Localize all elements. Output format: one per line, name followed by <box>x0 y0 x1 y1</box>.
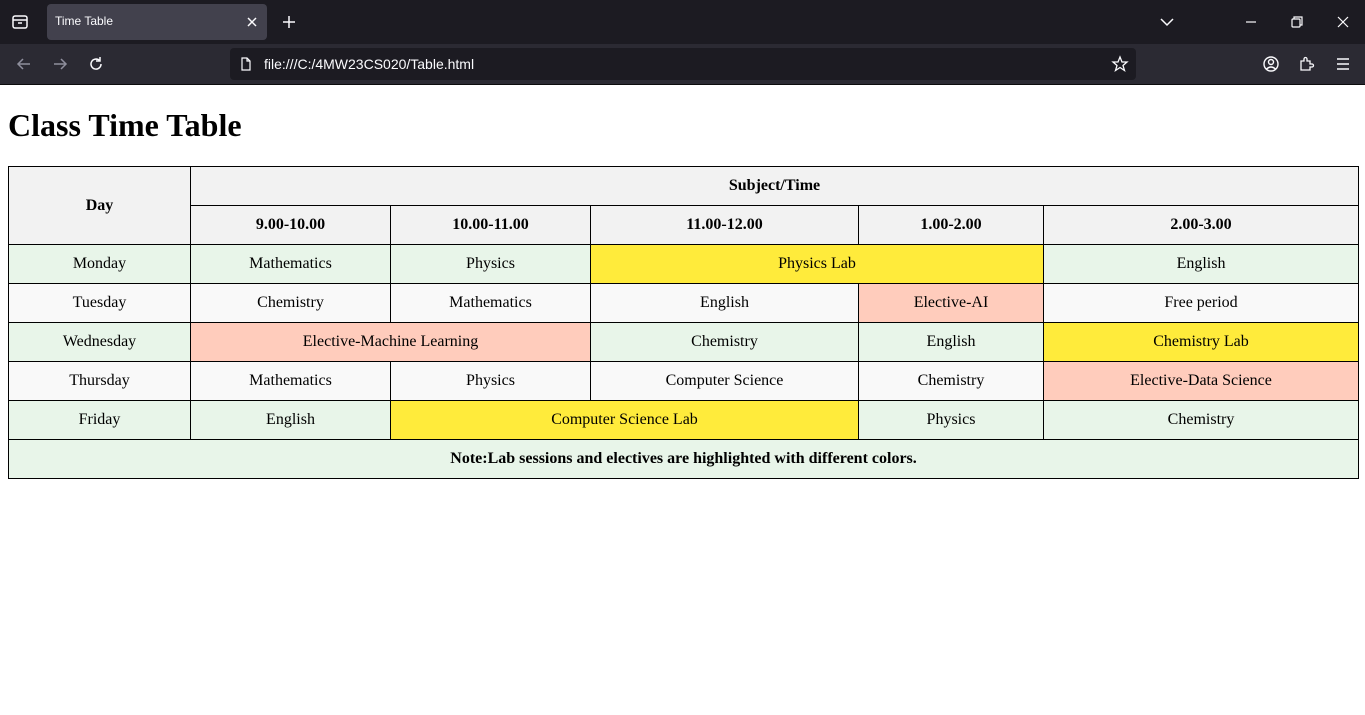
extensions-icon[interactable] <box>1297 54 1317 74</box>
day-cell: Friday <box>8 400 191 440</box>
minimize-icon[interactable] <box>1241 12 1261 32</box>
subject-cell: Mathematics <box>390 283 591 323</box>
elective-cell: Elective-Data Science <box>1042 361 1360 401</box>
subject-cell: Computer Science <box>590 361 859 401</box>
timetable: Day Subject/Time 9.00-10.00 10.00-11.00 … <box>7 166 1360 479</box>
page-icon <box>238 56 254 72</box>
tab-list-icon[interactable] <box>8 10 32 34</box>
url-text: file:///C:/4MW23CS020/Table.html <box>264 56 475 72</box>
subject-cell: Physics <box>390 244 591 284</box>
header-time-slot: 9.00-10.00 <box>190 205 391 245</box>
lab-cell: Chemistry Lab <box>1042 322 1360 362</box>
subject-cell: Mathematics <box>190 361 391 401</box>
close-window-icon[interactable] <box>1333 12 1353 32</box>
subject-cell: Physics <box>390 361 591 401</box>
table-row: Friday English Computer Science Lab Phys… <box>8 400 1360 440</box>
browser-nav-bar: file:///C:/4MW23CS020/Table.html <box>0 44 1365 85</box>
back-icon[interactable] <box>14 54 34 74</box>
day-cell: Wednesday <box>8 322 191 362</box>
subject-cell: English <box>590 283 859 323</box>
page-title: Class Time Table <box>8 107 242 143</box>
browser-tab-bar: Time Table <box>0 0 1365 44</box>
reload-icon[interactable] <box>86 54 106 74</box>
page-content: Class Time Table Day Subject/Time 9.00-1… <box>0 85 1365 715</box>
lab-cell: Computer Science Lab <box>390 400 859 440</box>
bookmark-star-icon[interactable] <box>1110 54 1130 74</box>
header-day: Day <box>8 166 191 245</box>
subject-cell: English <box>858 322 1044 362</box>
subject-cell: Chemistry <box>190 283 391 323</box>
new-tab-icon[interactable] <box>279 12 299 32</box>
header-subject-time: Subject/Time <box>189 166 1360 206</box>
note-text: Note:Lab sessions and electives are high… <box>7 439 1360 479</box>
header-time-slot: 2.00-3.00 <box>1042 205 1360 245</box>
table-row: Tuesday Chemistry Mathematics English El… <box>8 283 1360 323</box>
address-bar[interactable]: file:///C:/4MW23CS020/Table.html <box>230 48 1136 80</box>
chevron-down-icon[interactable] <box>1157 12 1177 32</box>
subject-cell: English <box>190 400 391 440</box>
tab-title: Time Table <box>55 14 114 28</box>
subject-cell: Chemistry <box>858 361 1044 401</box>
note-row: Note:Lab sessions and electives are high… <box>7 439 1360 479</box>
header-time-slot: 1.00-2.00 <box>858 205 1044 245</box>
restore-icon[interactable] <box>1287 12 1307 32</box>
close-tab-icon[interactable] <box>243 13 261 31</box>
table-row: Monday Mathematics Physics Physics Lab E… <box>8 244 1360 284</box>
subject-cell: Chemistry <box>590 322 859 362</box>
subject-cell: Chemistry <box>1042 400 1360 440</box>
subject-cell: English <box>1042 244 1360 284</box>
subject-cell: Mathematics <box>190 244 391 284</box>
subject-cell: Physics <box>858 400 1044 440</box>
lab-cell: Physics Lab <box>590 244 1044 284</box>
day-cell: Tuesday <box>8 283 191 323</box>
forward-icon[interactable] <box>50 54 70 74</box>
header-time-slot: 10.00-11.00 <box>390 205 591 245</box>
menu-icon[interactable] <box>1333 54 1353 74</box>
table-row: Thursday Mathematics Physics Computer Sc… <box>8 361 1360 401</box>
day-cell: Monday <box>8 244 191 284</box>
header-time-slot: 11.00-12.00 <box>590 205 859 245</box>
day-cell: Thursday <box>8 361 191 401</box>
browser-tab[interactable]: Time Table <box>47 4 267 40</box>
elective-cell: Elective-AI <box>858 283 1044 323</box>
subject-cell: Free period <box>1042 283 1360 323</box>
account-icon[interactable] <box>1261 54 1281 74</box>
elective-cell: Elective-Machine Learning <box>190 322 591 362</box>
table-row: Wednesday Elective-Machine Learning Chem… <box>8 322 1360 362</box>
